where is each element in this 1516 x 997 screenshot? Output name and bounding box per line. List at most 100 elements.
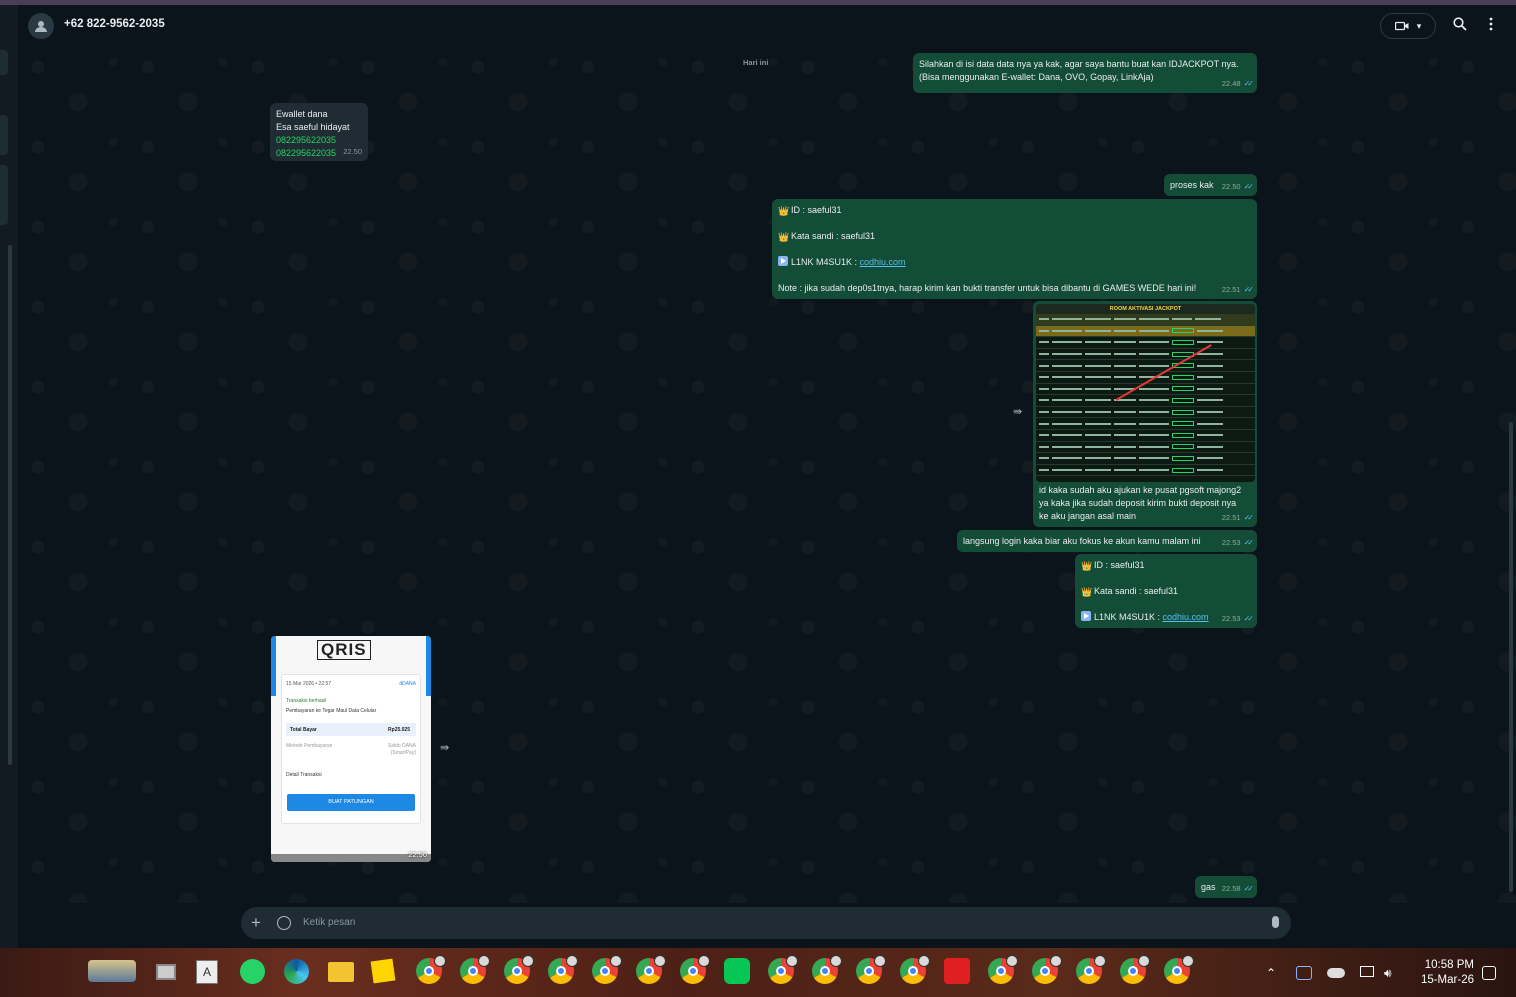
more-options-icon[interactable] [1488, 17, 1494, 31]
table-row [1036, 453, 1255, 465]
message-meta: 22.50 [343, 145, 362, 158]
edge-icon[interactable] [284, 959, 309, 984]
task-view-icon[interactable] [156, 964, 176, 980]
chrome-icon[interactable] [680, 955, 710, 984]
message-bubble-incoming[interactable]: Ewallet dana Esa saeful hidayat 08229562… [270, 103, 368, 161]
message-text: id kaka sudah aku ajukan ke pusat pgsoft… [1039, 485, 1242, 495]
chrome-icon[interactable] [416, 955, 446, 984]
chevron-down-icon: ▾ [1416, 20, 1422, 31]
message-text: Esa saeful hidayat [276, 122, 350, 132]
chrome-icon[interactable] [592, 955, 622, 984]
chat-scrollbar[interactable] [1509, 422, 1513, 892]
message-text: ya kaka jika sudah deposit kirim bukti d… [1039, 498, 1237, 508]
message-bubble-outgoing[interactable]: Silahkan di isi data data nya ya kak, ag… [913, 53, 1257, 93]
rail-tab[interactable] [0, 50, 8, 75]
table-row [1036, 418, 1255, 430]
message-bubble-outgoing[interactable]: ROOM AKTIVASI JACKPOT id kaka sudah aku … [1033, 301, 1257, 527]
chrome-icon[interactable] [504, 955, 534, 984]
chrome-icon[interactable] [812, 955, 842, 984]
table-row [1036, 407, 1255, 419]
create-split-button: BUAT PATUNGAN [287, 794, 415, 811]
weather-widget[interactable] [88, 960, 136, 982]
table-row [1036, 349, 1255, 361]
method-label: Metode Pembayaran [286, 743, 333, 749]
table-row [1036, 395, 1255, 407]
chrome-icon[interactable] [1076, 955, 1106, 984]
avatar[interactable] [28, 13, 54, 39]
system-clock[interactable]: 10:58 PM 15-Mar-26 [1414, 958, 1474, 988]
sticky-notes-icon[interactable] [370, 958, 396, 984]
read-ticks-icon: ✓✓ [1243, 79, 1255, 88]
message-bubble-outgoing[interactable]: proses kak 22.50 ✓✓ [1164, 174, 1257, 196]
message-text: Kata sandi : saeful31 [1094, 586, 1179, 596]
message-bubble-outgoing[interactable]: 👑 ID : saeful31 👑 Kata sandi : saeful31 L1… [1075, 554, 1257, 628]
jackpot-table-image[interactable]: ROOM AKTIVASI JACKPOT [1036, 304, 1255, 482]
message-text: ID : saeful31 [791, 205, 842, 215]
table-row [1036, 325, 1255, 338]
message-meta: 22.51 ✓✓ [1221, 283, 1254, 296]
read-ticks-icon: ✓✓ [1243, 182, 1255, 191]
chrome-icon[interactable] [636, 955, 666, 984]
crown-icon: 👑 [1081, 587, 1093, 597]
compose-bar: + Ketik pesan [18, 903, 1516, 948]
video-call-button[interactable]: ▾ [1380, 13, 1436, 39]
message-link[interactable]: codhiu.com [860, 257, 906, 267]
forward-icon[interactable]: ⇛ [1013, 405, 1022, 418]
text-app-icon[interactable]: A [196, 960, 218, 984]
message-time: 22.50 [1221, 182, 1241, 191]
receipt-date: 15 Mar 2026 • 22:57 [286, 681, 332, 687]
app-tray-icon[interactable] [1296, 966, 1312, 980]
chrome-icon[interactable] [768, 955, 798, 984]
whatsapp-window: +62 822-9562-2035 ▾ Hari ini Silahkan di… [18, 5, 1516, 948]
table-row [1036, 360, 1255, 372]
line-app-icon[interactable] [724, 958, 750, 984]
file-explorer-icon[interactable] [328, 962, 354, 982]
message-meta: 22.51 ✓✓ [1222, 511, 1254, 524]
message-text: L1NK M4SU1K : [1094, 612, 1163, 622]
chrome-icon[interactable] [988, 955, 1018, 984]
message-link[interactable]: codhiu.com [1163, 612, 1209, 622]
receipt-description: Pembayaran ke Tegar Maul Data Celular [286, 708, 377, 714]
cloud-icon[interactable] [1327, 968, 1345, 978]
rail-tab[interactable] [0, 115, 8, 155]
microphone-icon[interactable] [1272, 916, 1279, 928]
chrome-icon[interactable] [1120, 955, 1150, 984]
chrome-icon[interactable] [548, 955, 578, 984]
search-icon[interactable] [1453, 17, 1467, 31]
message-bubble-outgoing[interactable]: gas 22.58 ✓✓ [1195, 876, 1257, 898]
video-camera-icon [1394, 21, 1409, 31]
whatsapp-icon[interactable] [240, 959, 265, 984]
chrome-icon[interactable] [856, 955, 886, 984]
chrome-icon[interactable] [1032, 955, 1062, 984]
total-label: Total Bayar [290, 727, 317, 733]
rail-scrollbar[interactable] [8, 245, 12, 765]
message-time: 22.51 [1221, 285, 1241, 294]
attach-plus-icon[interactable]: + [251, 913, 261, 933]
chrome-icon[interactable] [900, 955, 930, 984]
chrome-icon[interactable] [1164, 955, 1194, 984]
message-meta: 22.48 ✓✓ [1222, 77, 1255, 90]
notification-icon[interactable] [1482, 966, 1496, 980]
message-text: langsung login kaka biar aku fokus ke ak… [963, 536, 1201, 546]
receipt-status: Transaksi berhasil [286, 698, 327, 704]
message-bubble-outgoing[interactable]: langsung login kaka biar aku fokus ke ak… [957, 530, 1257, 552]
message-input-container[interactable]: + Ketik pesan [241, 907, 1291, 939]
chrome-icon[interactable] [460, 955, 490, 984]
image-edge [426, 636, 431, 696]
forward-icon[interactable]: ⇛ [440, 741, 449, 754]
wps-office-icon[interactable] [944, 958, 970, 984]
network-icon[interactable] [1360, 966, 1374, 977]
table-row [1036, 465, 1255, 477]
rail-tab[interactable] [0, 165, 8, 225]
message-list[interactable]: Hari ini Silahkan di isi data data nya y… [18, 47, 1516, 903]
message-time: 22.56 [408, 850, 427, 859]
sticker-icon[interactable] [277, 916, 291, 930]
message-bubble-outgoing[interactable]: 👑 ID : saeful31 👑 Kata sandi : saeful31 L1… [772, 199, 1257, 299]
contact-name[interactable]: +62 822-9562-2035 [64, 18, 165, 30]
qris-logo: QRIS [317, 640, 371, 660]
volume-icon[interactable]: 🔊︎ [1384, 966, 1392, 981]
chevron-up-icon[interactable]: ⌃ [1266, 966, 1276, 980]
table-header [1036, 314, 1255, 326]
qris-receipt-image[interactable]: QRIS 15 Mar 2026 • 22:57 dDANA Transaksi… [271, 636, 431, 862]
message-input[interactable]: Ketik pesan [303, 917, 355, 928]
